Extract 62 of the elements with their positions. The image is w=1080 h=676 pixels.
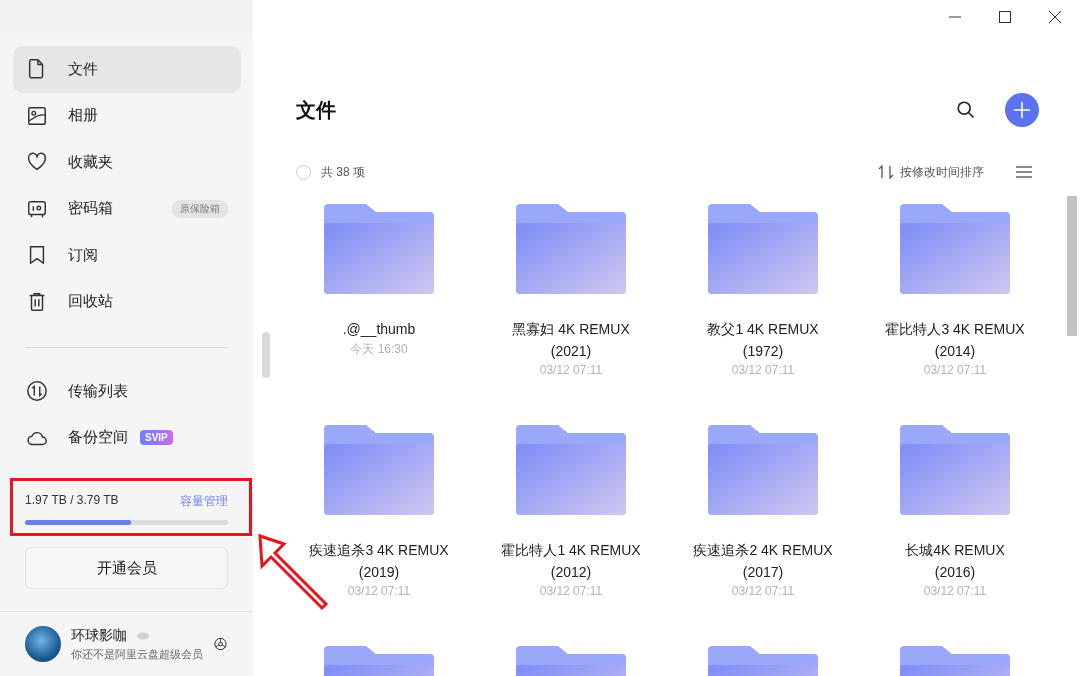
- maximize-icon: [999, 11, 1011, 23]
- upgrade-button[interactable]: 开通会员: [25, 547, 228, 589]
- modified-date: 今天 16:30: [350, 341, 408, 358]
- sidebar-item[interactable]: 收藏夹: [13, 139, 241, 186]
- folder-icon: [900, 204, 1010, 294]
- folder-icon: [516, 204, 626, 294]
- level-icon: [137, 631, 149, 640]
- folder-name[interactable]: 霍比特人3 4K REMUX (2014): [885, 318, 1025, 362]
- folder-icon: [516, 425, 626, 515]
- avatar[interactable]: [25, 626, 61, 662]
- tag-badge: SVIP: [140, 430, 173, 446]
- sort-icon: [878, 165, 894, 179]
- resize-handle[interactable]: [262, 332, 270, 378]
- modified-date: 03/12 07:11: [539, 584, 603, 598]
- sidebar-label: 备份空间: [68, 428, 128, 448]
- sidebar-label: 订阅: [68, 245, 98, 265]
- membership-status: 你还不是阿里云盘超级会员: [71, 646, 203, 662]
- sidebar-item[interactable]: 回收站: [13, 278, 241, 325]
- modified-date: 03/12 07:11: [731, 363, 795, 377]
- modified-date: 03/12 07:11: [923, 584, 987, 598]
- sidebar-label: 收藏夹: [68, 152, 113, 172]
- sidebar-label: 密码箱: [68, 199, 113, 219]
- tag-badge: 原保险箱: [172, 199, 228, 218]
- page-title: 文件: [296, 97, 336, 123]
- folder-name[interactable]: 黑寡妇 4K REMUX (2021): [501, 318, 641, 362]
- sidebar-item[interactable]: 订阅: [13, 232, 241, 279]
- sort-button[interactable]: 按修改时间排序: [878, 163, 984, 181]
- folder-name[interactable]: 疾速追杀3 4K REMUX (2019): [309, 539, 449, 583]
- folder-icon: [324, 425, 434, 515]
- search-icon[interactable]: [955, 99, 977, 121]
- add-button[interactable]: [1005, 93, 1039, 127]
- folder-icon: [708, 204, 818, 294]
- folder-icon: [708, 425, 818, 515]
- scrollbar[interactable]: [1064, 196, 1080, 336]
- folder-name[interactable]: 疾速追杀2 4K REMUX (2017): [693, 539, 833, 583]
- modified-date: 03/12 07:11: [539, 363, 603, 377]
- picture-icon: [26, 104, 48, 127]
- sidebar-item[interactable]: 文件: [13, 46, 241, 93]
- item-count: 共 38 项: [321, 163, 365, 181]
- modified-date: 03/12 07:11: [347, 584, 411, 598]
- close-icon: [1049, 11, 1061, 23]
- user-name: 环球影咖: [71, 626, 127, 645]
- storage-usage: 1.97 TB / 3.79 TB: [25, 493, 119, 509]
- folder-name[interactable]: 霍比特人1 4K REMUX (2012): [501, 539, 641, 583]
- folder-icon: [900, 425, 1010, 515]
- sidebar-item[interactable]: 备份空间 SVIP: [13, 414, 241, 461]
- sidebar-label: 传输列表: [68, 381, 128, 401]
- folder-icon: [324, 204, 434, 294]
- plus-icon: [1013, 101, 1031, 119]
- sidebar-item[interactable]: 传输列表: [13, 368, 241, 415]
- folder-name[interactable]: 教父1 4K REMUX (1972): [693, 318, 833, 362]
- sidebar-label: 文件: [68, 59, 98, 79]
- folder-name[interactable]: 长城4K REMUX (2016): [885, 539, 1025, 583]
- sidebar-label: 回收站: [68, 292, 113, 312]
- list-view-icon[interactable]: [1016, 166, 1032, 178]
- transfer-icon: [26, 380, 48, 403]
- modified-date: 03/12 07:11: [731, 584, 795, 598]
- folder-name[interactable]: .@__thumb: [309, 318, 449, 340]
- sidebar-item[interactable]: 密码箱 原保险箱: [13, 185, 241, 232]
- sidebar-label: 相册: [68, 106, 98, 126]
- modified-date: 03/12 07:11: [923, 363, 987, 377]
- sidebar-item[interactable]: 相册: [13, 92, 241, 139]
